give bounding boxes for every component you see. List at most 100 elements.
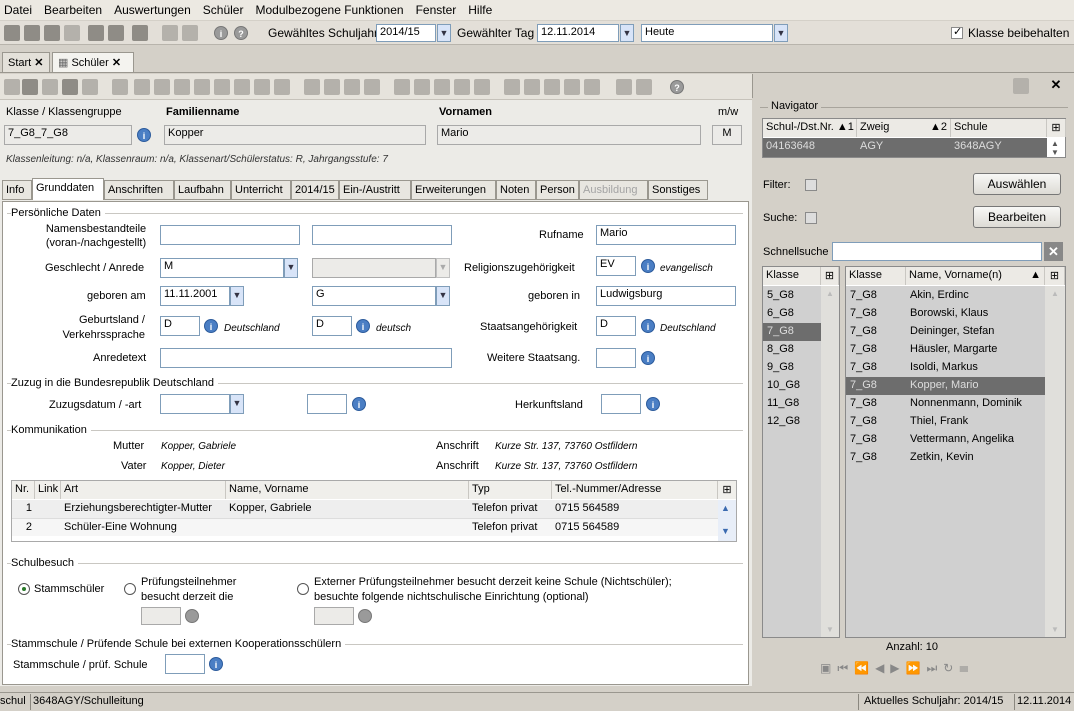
clock-icon[interactable] — [474, 79, 490, 95]
copy-doc-icon[interactable] — [344, 79, 360, 95]
close-icon[interactable]: ✕ — [1043, 77, 1069, 95]
herkunftsland-input[interactable] — [601, 394, 641, 414]
col-header[interactable]: Art — [61, 481, 226, 499]
close-icon[interactable]: ✕ — [112, 57, 121, 69]
window-restore-icon[interactable] — [1013, 78, 1029, 94]
lock-icon[interactable] — [584, 79, 600, 95]
transfer-icon[interactable] — [564, 79, 580, 95]
list-item[interactable]: 11_G8 — [763, 395, 821, 413]
save-icon[interactable] — [22, 79, 38, 95]
prev-icon[interactable] — [154, 79, 170, 95]
zuzugsart-input[interactable] — [307, 394, 347, 414]
info-icon[interactable]: i — [204, 319, 218, 333]
list-item[interactable]: 8_G8 — [763, 341, 821, 359]
geschlecht-select[interactable]: M — [160, 258, 284, 278]
geboren-g-select[interactable]: G — [312, 286, 436, 306]
list-item[interactable]: 7_G8 Nonnenmann, Dominik — [846, 395, 1045, 413]
prev-small-icon[interactable] — [174, 79, 190, 95]
klasse-field[interactable]: 7_G8_7_G8 — [4, 125, 132, 145]
col-header[interactable]: Zweig ▲2 — [857, 119, 951, 137]
tab-anschriften[interactable]: Anschriften — [104, 180, 174, 200]
col-header[interactable]: Name, Vorname — [226, 481, 469, 499]
table-row[interactable]: 1 Erziehungsberechtigter-Mutter Kopper, … — [12, 500, 718, 518]
column-chooser-icon[interactable]: ⊞ — [718, 481, 736, 499]
copy-icon[interactable] — [82, 79, 98, 95]
scroll-up-icon[interactable]: ▲ — [1051, 139, 1059, 148]
clear-icon[interactable]: ✕ — [1044, 242, 1063, 261]
col-header[interactable]: Tel.-Nummer/Adresse — [552, 481, 718, 499]
list-item[interactable]: 7_G8 Deininger, Stefan — [846, 323, 1045, 341]
scroll-up-icon[interactable]: ▲ — [721, 503, 730, 513]
verkehrssprache-input[interactable]: D — [312, 316, 352, 336]
next-small-icon[interactable] — [194, 79, 210, 95]
staat-input[interactable]: D — [596, 316, 636, 336]
filter-icon[interactable] — [454, 79, 470, 95]
tab-sonstiges[interactable]: Sonstiges — [648, 180, 708, 200]
prev-page-icon[interactable] — [134, 79, 150, 95]
book-icon[interactable] — [64, 25, 80, 41]
column-chooser-icon[interactable]: ⊞ — [821, 267, 839, 285]
rufname-input[interactable]: Mario — [596, 225, 736, 245]
familienname-field[interactable]: Kopper — [164, 125, 426, 145]
col-header[interactable]: Nr. — [12, 481, 35, 499]
document-icon[interactable] — [108, 25, 124, 41]
window-icon[interactable] — [162, 25, 178, 41]
chevron-down-icon[interactable]: ▼ — [436, 286, 450, 306]
list-item[interactable]: 5_G8 — [763, 287, 821, 305]
column-chooser-icon[interactable]: ⊞ — [1045, 267, 1065, 285]
menu-modulbezogene-funktionen[interactable]: Modulbezogene Funktionen — [255, 3, 403, 17]
extern-radio[interactable] — [297, 583, 309, 595]
print-icon[interactable] — [394, 79, 410, 95]
vornamen-field[interactable]: Mario — [437, 125, 701, 145]
list-item[interactable]: 6_G8 — [763, 305, 821, 323]
list-item-selected[interactable]: 7_G8 Kopper, Mario — [846, 377, 1045, 395]
info-icon[interactable]: i — [641, 259, 655, 273]
printer-icon[interactable] — [88, 25, 104, 41]
timetable-icon[interactable] — [4, 25, 20, 41]
namensbestandteil-nach-input[interactable] — [312, 225, 452, 245]
new-icon[interactable] — [4, 79, 20, 95]
undo-icon[interactable] — [42, 79, 58, 95]
klasse-beibehalten-checkbox[interactable]: ✓ — [951, 26, 963, 39]
grid-icon[interactable] — [44, 25, 60, 41]
col-header[interactable]: Schule — [951, 119, 1047, 137]
schueler-scrollbar[interactable]: ▲ ▼ — [1045, 286, 1065, 637]
tab-start[interactable]: Start ✕ — [2, 52, 50, 72]
table-row[interactable]: 2 Schüler-Eine Wohnung Telefon privat 07… — [12, 518, 718, 536]
tab-ein-austritt[interactable]: Ein-/Austritt — [339, 180, 411, 200]
table-scrollbar[interactable]: ▲ ▼ — [718, 500, 736, 541]
refresh-icon[interactable] — [254, 79, 270, 95]
menu-bearbeiten[interactable]: Bearbeiten — [44, 3, 102, 17]
list-item[interactable]: 7_G8 Thiel, Frank — [846, 413, 1045, 431]
info-icon[interactable]: i — [209, 657, 223, 671]
col-header[interactable]: Link — [35, 481, 61, 499]
suche-checkbox[interactable] — [805, 212, 817, 224]
bearbeiten-button[interactable]: Bearbeiten — [973, 206, 1061, 228]
scroll-down-icon[interactable]: ▼ — [1051, 148, 1059, 157]
next-page-icon[interactable] — [214, 79, 230, 95]
schule-row[interactable]: 04163648 AGY 3648AGY — [763, 138, 1047, 157]
calculator-icon[interactable] — [132, 25, 148, 41]
delete-icon[interactable] — [62, 79, 78, 95]
stammschueler-radio[interactable] — [18, 583, 30, 595]
chevron-down-icon[interactable]: ▼ — [437, 24, 451, 42]
menu-schueler[interactable]: Schüler — [203, 3, 244, 17]
tab-person[interactable]: Person — [536, 180, 579, 200]
help-icon[interactable]: ? — [234, 26, 248, 40]
bus-icon[interactable] — [24, 25, 40, 41]
mail-icon[interactable] — [414, 79, 430, 95]
menu-fenster[interactable]: Fenster — [416, 3, 457, 17]
menu-datei[interactable]: Datei — [4, 3, 32, 17]
cut-icon[interactable] — [324, 79, 340, 95]
tab-noten[interactable]: Noten — [496, 180, 536, 200]
scroll-down-icon[interactable]: ▼ — [1051, 625, 1059, 634]
tag-input[interactable]: 12.11.2014 — [537, 24, 619, 42]
menu-hilfe[interactable]: Hilfe — [468, 3, 492, 17]
auswaehlen-button[interactable]: Auswählen — [973, 173, 1061, 195]
list-item[interactable]: 7_G8 — [763, 323, 821, 341]
export-icon[interactable] — [182, 25, 198, 41]
list-item[interactable]: 7_G8 Zetkin, Kevin — [846, 449, 1045, 467]
religion-input[interactable]: EV — [596, 256, 636, 276]
info-icon[interactable]: i — [356, 319, 370, 333]
geboren-am-input[interactable]: 11.11.2001 — [160, 286, 230, 306]
